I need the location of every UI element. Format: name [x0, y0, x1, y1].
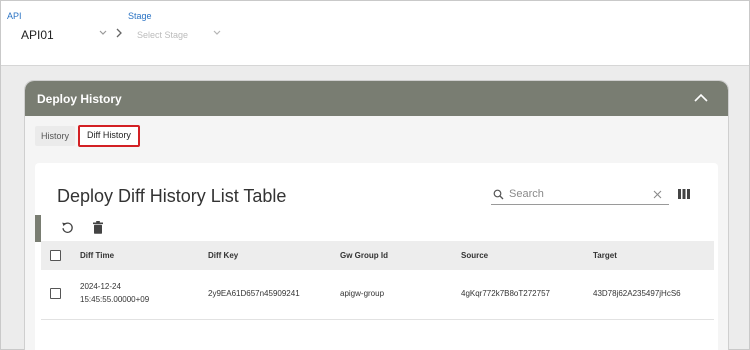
cell-target: 43D78j62A235497jHcS6 [593, 289, 681, 298]
cell-gw-group-id: apigw-group [340, 289, 385, 298]
column-header-source[interactable]: Source [461, 251, 488, 260]
close-icon[interactable] [653, 190, 662, 199]
stage-select[interactable]: Select Stage [137, 30, 188, 40]
chevron-down-icon[interactable] [212, 27, 222, 39]
api-select[interactable]: API01 [21, 28, 54, 42]
row-checkbox[interactable] [50, 288, 61, 299]
table-header: Diff Time Diff Key Gw Group Id Source Ta… [41, 241, 714, 270]
diff-history-card: Deploy Diff History List Table Search Di… [35, 163, 718, 350]
cell-source: 4gKqr772k7B8oT272757 [461, 289, 550, 298]
chevron-right-icon [116, 28, 122, 38]
refresh-icon[interactable] [61, 221, 74, 234]
column-header-target[interactable]: Target [593, 251, 617, 260]
trash-icon[interactable] [92, 221, 104, 234]
column-header-gw-group-id[interactable]: Gw Group Id [340, 251, 388, 260]
stage-label: Stage [128, 11, 152, 21]
deploy-history-panel: Deploy History History Diff History Depl… [24, 80, 729, 350]
api-label: API [7, 11, 22, 21]
select-all-checkbox[interactable] [50, 250, 61, 261]
columns-icon[interactable] [678, 189, 690, 199]
cell-diff-time-date: 2024-12-24 [80, 282, 121, 291]
cell-diff-time-clock: 15:45:55.00000+09 [80, 295, 150, 304]
tab-diff-history[interactable]: Diff History [78, 125, 140, 147]
search-box [491, 185, 669, 205]
page-title: Deploy Diff History List Table [57, 186, 287, 206]
search-icon [493, 189, 504, 200]
column-header-diff-key[interactable]: Diff Key [208, 251, 238, 260]
tab-history[interactable]: History [35, 126, 76, 146]
panel-title: Deploy History [37, 92, 122, 106]
chevron-down-icon[interactable] [98, 27, 108, 39]
cell-diff-key: 2y9EA61D657n45909241 [208, 289, 300, 298]
column-header-diff-time[interactable]: Diff Time [80, 251, 114, 260]
search-input[interactable] [509, 186, 649, 202]
toolbar-accent [35, 215, 41, 242]
table-row[interactable]: 2024-12-24 15:45:55.00000+09 2y9EA61D657… [41, 270, 714, 320]
tab-bar: History Diff History [35, 125, 140, 148]
selector-bar: API API01 Stage Select Stage [1, 1, 749, 66]
panel-header: Deploy History [25, 81, 728, 116]
chevron-up-icon[interactable] [692, 90, 710, 106]
